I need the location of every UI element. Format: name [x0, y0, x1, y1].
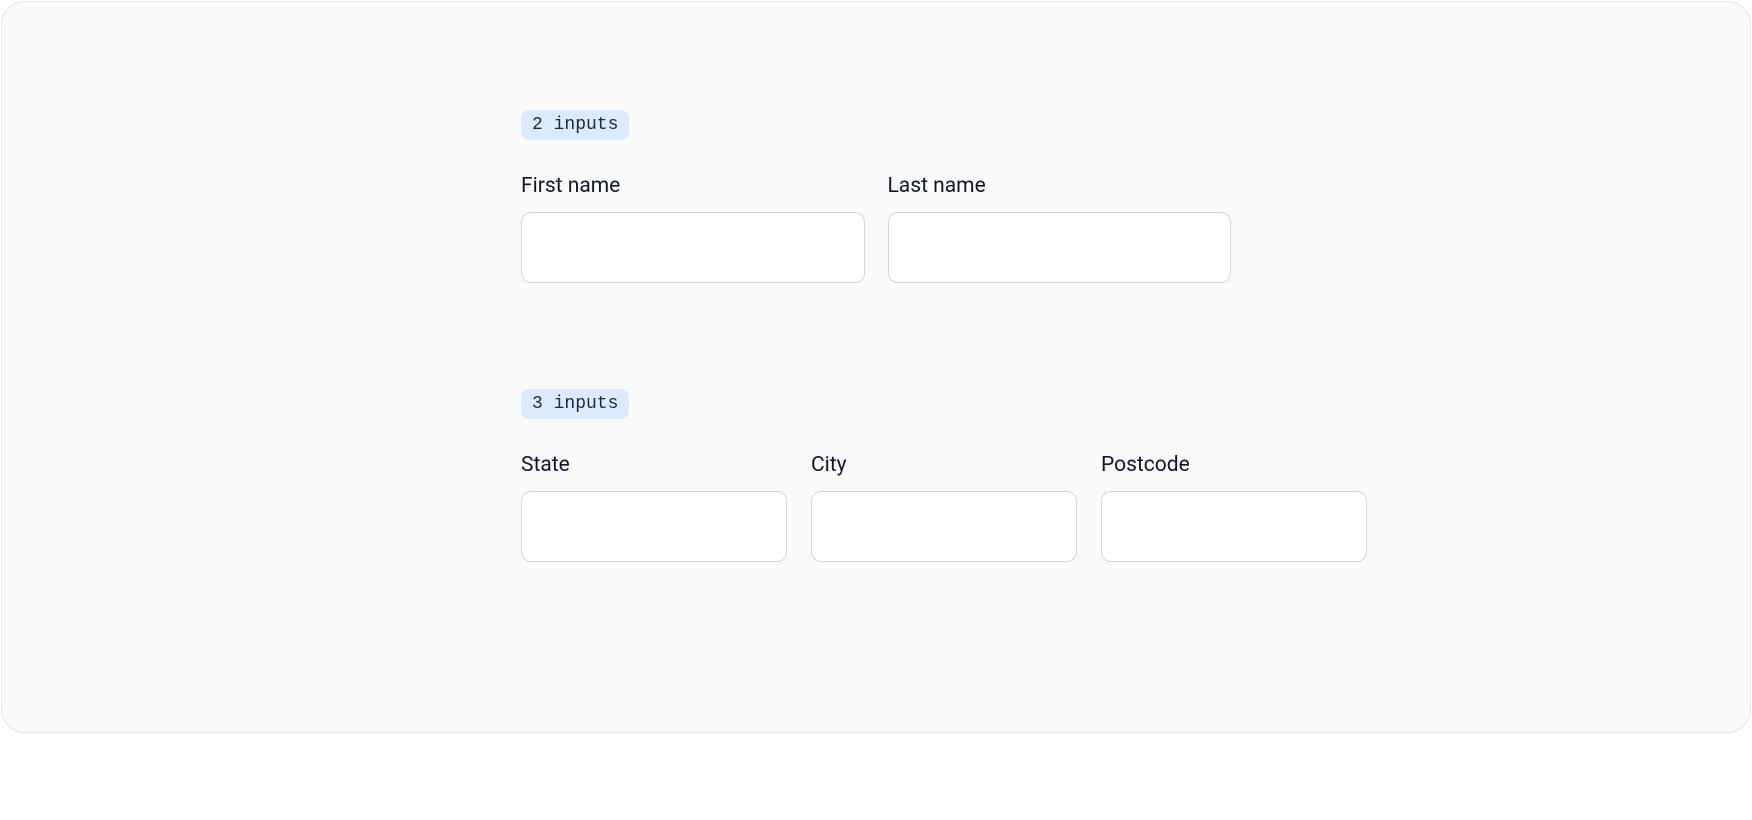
input-row-3: State City Postcode — [521, 453, 1231, 562]
first-name-input[interactable] — [521, 212, 865, 283]
field-first-name: First name — [521, 174, 865, 283]
label-last-name: Last name — [888, 174, 1232, 198]
field-state: State — [521, 453, 787, 562]
state-input[interactable] — [521, 491, 787, 562]
demo-panel: 2 inputs First name Last name 3 inputs S… — [1, 1, 1751, 733]
field-city: City — [811, 453, 1077, 562]
city-input[interactable] — [811, 491, 1077, 562]
field-postcode: Postcode — [1101, 453, 1367, 562]
badge-3-inputs: 3 inputs — [521, 389, 629, 419]
label-city: City — [811, 453, 1077, 477]
label-state: State — [521, 453, 787, 477]
input-row-2: First name Last name — [521, 174, 1231, 283]
last-name-input[interactable] — [888, 212, 1232, 283]
label-postcode: Postcode — [1101, 453, 1367, 477]
section-3-inputs: 3 inputs State City Postcode — [521, 389, 1231, 562]
content: 2 inputs First name Last name 3 inputs S… — [521, 110, 1231, 668]
section-2-inputs: 2 inputs First name Last name — [521, 110, 1231, 283]
postcode-input[interactable] — [1101, 491, 1367, 562]
label-first-name: First name — [521, 174, 865, 198]
badge-2-inputs: 2 inputs — [521, 110, 629, 140]
field-last-name: Last name — [888, 174, 1232, 283]
